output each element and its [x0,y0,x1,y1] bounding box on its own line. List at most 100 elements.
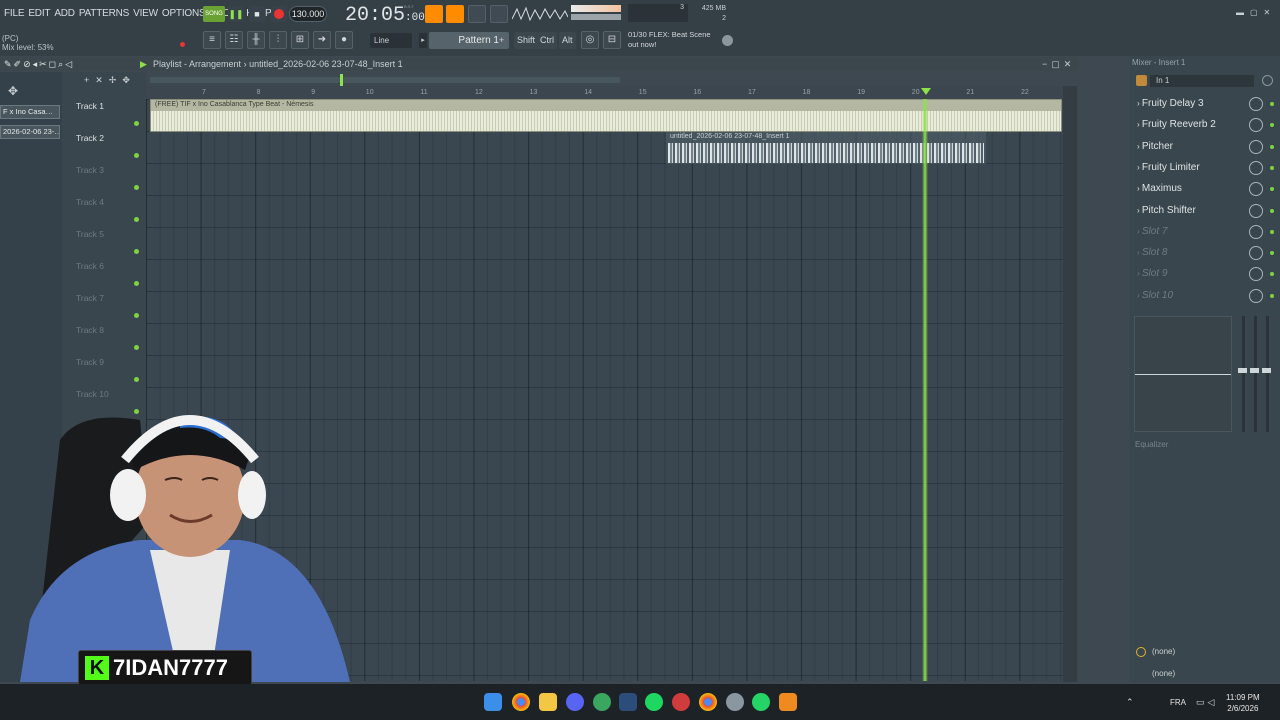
effect-slot[interactable]: › Fruity Limiter [1137,158,1275,178]
picker-clip-recording[interactable]: 2026-02-06 23-… [0,125,60,139]
picker-clip-audio[interactable]: F x Ino Casa… [0,105,60,119]
mixer-input-selector[interactable]: In 1 [1150,75,1254,87]
pause-button[interactable]: ❚❚ [228,6,244,22]
slot-enable-led-icon[interactable] [1270,102,1274,106]
horizontal-scrollbar[interactable] [150,77,620,83]
track-enable-led-icon[interactable] [134,377,139,382]
effect-slot[interactable]: › Slot 8 [1137,243,1275,263]
step-edit-button[interactable] [490,5,508,23]
whatsapp-icon[interactable] [752,693,770,711]
mic-icon[interactable]: ● [335,31,353,49]
mixer-output-1[interactable]: (none) [1152,647,1175,656]
track-header[interactable]: Track 1 [76,101,139,133]
track-header[interactable]: Track 2 [76,133,139,165]
effect-slot[interactable]: › Slot 10 [1137,286,1275,306]
green-app-icon[interactable] [593,693,611,711]
effect-slot[interactable]: › Maximus [1137,179,1275,199]
track-enable-led-icon[interactable] [134,153,139,158]
record-button[interactable] [271,6,287,22]
metronome-button[interactable] [425,5,443,23]
playlist-window-controls[interactable]: −▢✕ [1042,57,1075,71]
slot-enable-led-icon[interactable] [1270,229,1274,234]
playhead-marker-icon[interactable] [921,88,931,95]
mixer-icon[interactable]: ⫶ [269,31,287,49]
alt-modifier[interactable]: Alt [559,32,576,49]
menu-view[interactable]: VIEW [133,8,158,19]
store-icon[interactable]: ⊟ [603,31,621,49]
track-enable-led-icon[interactable] [134,249,139,254]
track-enable-led-icon[interactable] [134,345,139,350]
piano-roll-icon[interactable]: ╫ [247,31,265,49]
mixer-faders[interactable] [1238,316,1274,432]
shift-modifier[interactable]: Shift [514,32,539,49]
vertical-scrollbar[interactable] [1063,86,1077,682]
tempo-display[interactable]: 130.000 [289,6,327,22]
online-icon[interactable]: ◎ [581,31,599,49]
menu-edit[interactable]: EDIT [28,8,50,19]
channel-rack-icon[interactable]: ☷ [225,31,243,49]
chrome-profile-icon[interactable] [699,693,717,711]
slot-mix-knob[interactable] [1249,160,1263,175]
track-header[interactable]: Track 9 [76,357,139,389]
pattern-prev-icon[interactable]: ▸ [419,33,427,48]
slot-enable-led-icon[interactable] [1270,165,1274,170]
slot-enable-led-icon[interactable] [1270,144,1274,149]
spotify-icon[interactable] [645,693,663,711]
master-pitch-slider[interactable] [571,14,621,20]
file-explorer-icon[interactable] [539,693,557,711]
tray-network-volume-icon[interactable]: ▭◁ [1196,697,1217,708]
slot-mix-knob[interactable] [1249,139,1263,154]
plugin-browser-icon[interactable]: ⊞ [291,31,309,49]
slot-mix-knob[interactable] [1249,246,1263,261]
track-enable-led-icon[interactable] [134,185,139,190]
move-icon[interactable]: ✥ [8,84,18,98]
slot-mix-knob[interactable] [1249,203,1263,218]
equalizer-graph[interactable] [1134,316,1232,432]
song-mode-toggle[interactable]: SONG [203,6,225,22]
menu-add[interactable]: ADD [54,8,75,19]
track-enable-led-icon[interactable] [134,313,139,318]
track-header[interactable]: Track 3 [76,165,139,197]
effect-slot[interactable]: › Slot 9 [1137,264,1275,284]
menu-options[interactable]: OPTIONS [162,8,206,19]
track-header[interactable]: Track 6 [76,261,139,293]
effect-slot[interactable]: › Pitch Shifter [1137,201,1275,221]
mixer-output-2[interactable]: (none) [1152,669,1175,678]
mixer-input-knob-icon[interactable] [1262,75,1273,86]
effect-slot[interactable]: › Fruity Delay 3 [1137,94,1275,114]
add-pattern-icon[interactable]: + [499,33,507,48]
steam-icon[interactable] [619,693,637,711]
slot-enable-led-icon[interactable] [1270,123,1274,128]
menu-patterns[interactable]: PATTERNS [79,8,129,19]
slot-mix-knob[interactable] [1249,267,1263,282]
effect-slot[interactable]: › Slot 7 [1137,222,1275,242]
tray-chevron-icon[interactable]: ⌃ [1126,697,1134,708]
track-enable-led-icon[interactable] [134,121,139,126]
track-header[interactable]: Track 7 [76,293,139,325]
discord-icon[interactable] [566,693,584,711]
slot-enable-led-icon[interactable] [1270,293,1274,298]
track-header[interactable]: Track 8 [76,325,139,357]
effect-slot[interactable]: › Pitcher [1137,137,1275,157]
slot-mix-knob[interactable] [1249,118,1263,133]
taskbar-clock[interactable]: 11:09 PM 2/6/2026 [1226,692,1260,714]
playlist-icon[interactable]: ≡ [203,31,221,49]
stop-button[interactable]: ■ [249,6,265,22]
fl-studio-icon[interactable] [779,693,797,711]
window-controls[interactable]: ▬▢✕ [1236,8,1276,17]
snap-selector[interactable]: Line [370,33,412,48]
menu-file[interactable]: FILE [4,8,25,19]
playlist-tools-icon[interactable]: ✎✐⊘◂✂◻⌕◁ [4,57,74,71]
effect-slot[interactable]: › Fruity Reeverb 2 [1137,115,1275,135]
red-app-icon[interactable] [672,693,690,711]
slot-enable-led-icon[interactable] [1270,272,1274,277]
track-header[interactable]: Track 5 [76,229,139,261]
track-enable-led-icon[interactable] [134,281,139,286]
track-enable-led-icon[interactable] [134,217,139,222]
chrome-icon[interactable] [512,693,530,711]
track-header[interactable]: Track 4 [76,197,139,229]
playlist-zoom-icons[interactable]: +✕✢✥ [84,75,136,86]
next-icon[interactable]: ➜ [313,31,331,49]
slot-enable-led-icon[interactable] [1270,251,1274,256]
slot-mix-knob[interactable] [1249,224,1263,239]
